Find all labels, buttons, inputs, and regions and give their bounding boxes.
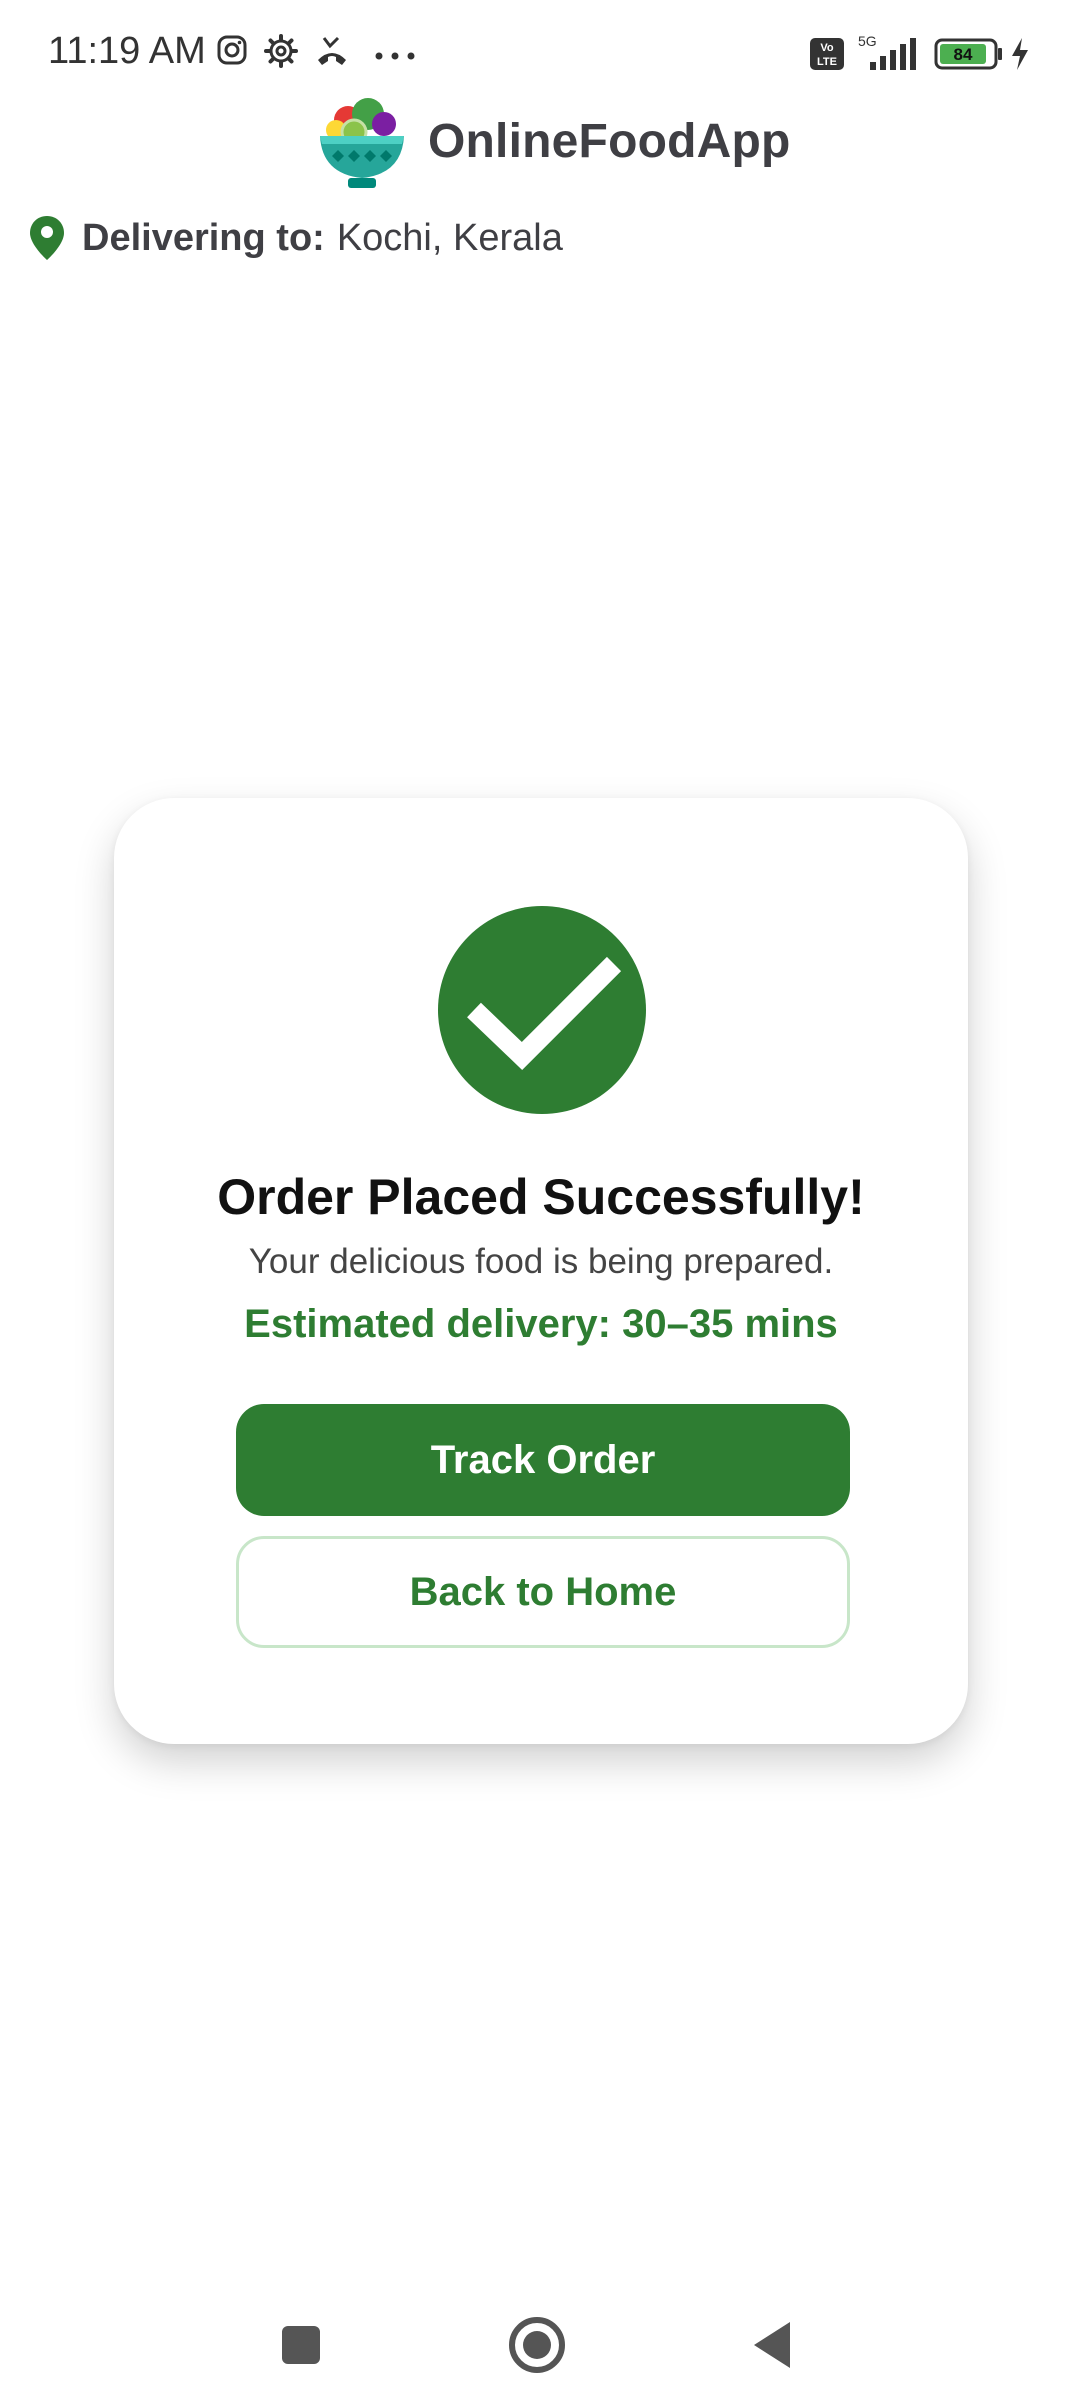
settings-gear-icon [264,34,298,73]
more-dots-icon [374,48,416,66]
success-subtitle: Your delicious food is being prepared. [248,1242,834,1281]
estimated-delivery: Estimated delivery: 30–35 mins [244,1302,838,1346]
back-triangle-icon[interactable] [738,2310,808,2380]
order-success-card: Order Placed Successfully! Your deliciou… [114,798,968,1744]
app-header: OnlineFoodApp [0,88,1080,198]
battery-icon: 84 [934,38,1004,75]
volte-icon: Vo LTE [810,38,844,75]
system-nav-bar [0,2290,1080,2400]
missed-call-icon [314,34,350,73]
track-order-button[interactable]: Track Order [236,1404,850,1516]
back-to-home-button[interactable]: Back to Home [236,1536,850,1648]
status-time: 11:19 AM [48,30,206,72]
svg-text:LTE: LTE [817,56,837,68]
delivery-label: Delivering to: [82,216,325,259]
signal-5g-icon: 5G [856,32,920,77]
svg-text:Vo: Vo [820,42,834,54]
status-bar: 11:19 AM Vo LTE 5G 84 [0,0,1080,100]
recents-square-icon[interactable] [266,2310,336,2380]
location-pin-icon [30,216,64,260]
food-bowl-logo [314,92,410,194]
home-circle-icon[interactable] [502,2310,572,2380]
order-success-screen: 11:19 AM Vo LTE 5G 84 OnlineFoodApp Deli… [0,0,1080,2400]
delivery-location-value: Kochi, Kerala [336,216,563,259]
svg-text:84: 84 [954,45,973,64]
app-title: OnlineFoodApp [428,115,791,168]
delivery-location[interactable]: Delivering to: Kochi, Kerala [30,214,563,262]
success-title: Order Placed Successfully! [217,1169,865,1225]
success-check-icon [438,906,646,1114]
charging-bolt-icon [1010,38,1030,75]
instagram-icon [216,34,248,71]
svg-text:5G: 5G [858,33,877,49]
